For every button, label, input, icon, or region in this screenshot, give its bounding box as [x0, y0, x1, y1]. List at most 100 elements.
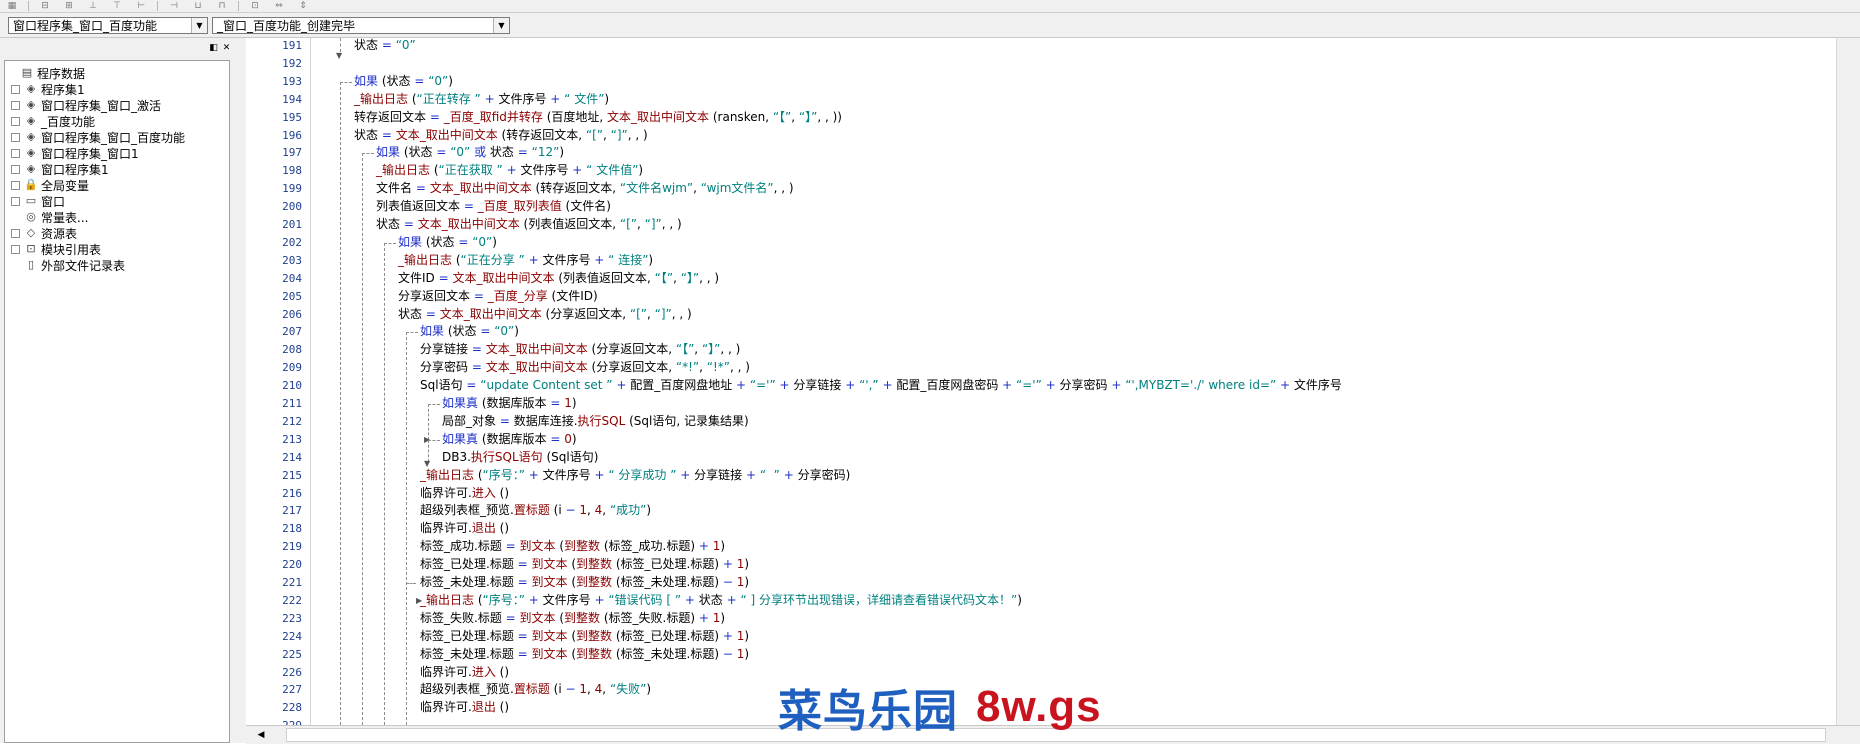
expand-icon[interactable]	[11, 100, 20, 110]
code-token: −	[722, 646, 737, 661]
code-line[interactable]: 202 如果 (状态 = “0”)	[246, 234, 1836, 251]
code-token: +	[590, 467, 609, 482]
tree-item[interactable]: ◈ 窗口程序集_窗口_百度功能	[11, 129, 185, 145]
tree-item[interactable]: ◈ 窗口程序集1	[11, 161, 109, 177]
tree-item[interactable]: ◇ 资源表	[11, 225, 77, 241]
code-line[interactable]: 195 转存返回文本 = _百度_取fid并转存 (百度地址, 文本_取出中间文本…	[246, 109, 1836, 126]
expand-icon[interactable]	[11, 132, 20, 142]
code-line[interactable]: 213 如果真 (数据库版本 = 0)	[246, 431, 1836, 448]
code-line[interactable]: 199 文件名 = 文本_取出中间文本 (转存返回文本, “文件名wjm”, “w…	[246, 180, 1836, 197]
code-token: 文本_取出中间文本	[452, 270, 555, 285]
code-token: (	[555, 610, 565, 625]
same-size-icon[interactable]: ⊓	[213, 1, 231, 12]
code-text: Sql语句 = “update Content set ” + 配置_百度网盘地…	[420, 377, 1342, 394]
code-line[interactable]: 222 _输出日志 (“序号：” + 文件序号 + “错误代码 [ ” + 状态 …	[246, 592, 1836, 609]
tree-item[interactable]: ▤ 程序数据	[7, 65, 85, 81]
code-text: 标签_未处理.标题 = 到文本 (到整数 (标签_未处理.标题) − 1)	[420, 646, 749, 663]
code-line[interactable]: 205 分享返回文本 = _百度_分享 (文件ID)	[246, 288, 1836, 305]
code-line[interactable]: 218 临界许可.退出 ()	[246, 520, 1836, 537]
code-line[interactable]: 209 分享密码 = 文本_取出中间文本 (分享返回文本, “*!”, “!*”,…	[246, 359, 1836, 376]
tree-item[interactable]: 🔒 全局变量	[11, 177, 89, 193]
code-line[interactable]: 223 标签_失败.标题 = 到文本 (到整数 (标签_失败.标题) + 1)	[246, 610, 1836, 627]
same-height-icon[interactable]: ⊔	[189, 1, 207, 12]
code-line[interactable]: 204 文件ID = 文本_取出中间文本 (列表值返回文本, “【”, “】”, …	[246, 270, 1836, 287]
code-text: 状态 = “0”	[354, 38, 416, 54]
chevron-down-icon[interactable]: ▼	[493, 18, 509, 33]
tree-item-label: 窗口程序集1	[41, 162, 109, 177]
code-line[interactable]: 210 Sql语句 = “update Content set ” + 配置_百度…	[246, 377, 1836, 394]
h-space-icon[interactable]: ⊡	[246, 1, 264, 12]
expand-icon[interactable]	[11, 116, 20, 126]
code-line[interactable]: 200 列表值返回文本 = _百度_取列表值 (文件名)	[246, 198, 1836, 215]
code-line[interactable]: 220 标签_已处理.标题 = 到文本 (到整数 (标签_已处理.标题) + 1)	[246, 556, 1836, 573]
align-bottom-icon[interactable]: ⊢	[132, 1, 150, 12]
align-center-icon[interactable]: ⊞	[60, 1, 78, 12]
code-line[interactable]: 215 _输出日志 (“序号：” + 文件序号 + “ 分享成功 ” + 分享链接…	[246, 467, 1836, 484]
tree-item[interactable]: ◈ _百度功能	[11, 113, 95, 129]
expand-icon[interactable]	[11, 180, 20, 190]
code-token: _输出日志	[376, 163, 431, 178]
v-space-icon[interactable]: ⇔	[270, 1, 288, 12]
code-line[interactable]: 206 状态 = 文本_取出中间文本 (分享返回文本, “[”, “]”, , )	[246, 306, 1836, 323]
expand-icon[interactable]	[11, 164, 20, 174]
assembly-select[interactable]: 窗口程序集_窗口_百度功能 ▼	[8, 17, 208, 34]
code-line[interactable]: 198 _输出日志 (“正在获取 ” + 文件序号 + “ 文件值”)	[246, 162, 1836, 179]
same-width-icon[interactable]: ⊣	[165, 1, 183, 12]
code-line[interactable]: 203 _输出日志 (“正在分享 ” + 文件序号 + “ 连接”)	[246, 252, 1836, 269]
code-line[interactable]: 197 如果 (状态 = “0” 或 状态 = “12”)	[246, 144, 1836, 161]
close-icon[interactable]: ✕	[221, 43, 232, 53]
vertical-scrollbar[interactable]	[1836, 38, 1860, 725]
block-guide	[362, 153, 374, 155]
expand-icon[interactable]	[11, 84, 20, 94]
pin-icon[interactable]: ◧	[208, 43, 219, 53]
code-line[interactable]: 226 临界许可.进入 ()	[246, 664, 1836, 681]
code-line[interactable]: 225 标签_未处理.标题 = 到文本 (到整数 (标签_未处理.标题) − 1)	[246, 646, 1836, 663]
code-line[interactable]: 207 如果 (状态 = “0”)	[246, 323, 1836, 340]
code-token: =	[436, 145, 451, 160]
tree-item[interactable]: ▯ 外部文件记录表	[11, 257, 125, 273]
subroutine-select[interactable]: _窗口_百度功能_创建完毕 ▼	[212, 17, 510, 34]
expand-icon[interactable]	[11, 196, 20, 206]
layout-icon[interactable]: ▦	[3, 1, 21, 12]
code-token: =	[517, 145, 532, 160]
code-line[interactable]: 193 如果 (状态 = “0”)	[246, 73, 1836, 90]
code-token: (分享返回文本,	[587, 342, 676, 357]
tree-item[interactable]: ◈ 程序集1	[11, 81, 85, 97]
code-token: “]”	[654, 306, 672, 321]
tree-item[interactable]: ◈ 窗口程序集_窗口1	[11, 145, 139, 161]
chevron-down-icon[interactable]: ▼	[191, 18, 207, 33]
center-icon[interactable]: ⇕	[294, 1, 312, 12]
code-token: 0	[564, 431, 572, 446]
code-editor[interactable]: 191 状态 = “0” 192 193 如果 (状态 = “0”) 194 _输出日志 (…	[246, 38, 1836, 725]
navigation-bar: 窗口程序集_窗口_百度功能 ▼ _窗口_百度功能_创建完毕 ▼	[0, 13, 1860, 38]
tree-item[interactable]: ◈ 窗口程序集_窗口_激活	[11, 97, 161, 113]
tree-item[interactable]: ⊡ 模块引用表	[11, 241, 101, 257]
code-line[interactable]: 217 超级列表框_预览.置标题 (i − 1, 4, “成功”)	[246, 502, 1836, 519]
code-line[interactable]: 221 标签_未处理.标题 = 到文本 (到整数 (标签_未处理.标题) − 1)	[246, 574, 1836, 591]
tree-item[interactable]: ▭ 窗口	[11, 193, 65, 209]
scroll-left-icon[interactable]: ◀	[254, 728, 268, 742]
code-line[interactable]: 219 标签_成功.标题 = 到文本 (到整数 (标签_成功.标题) + 1)	[246, 538, 1836, 555]
code-line[interactable]: 216 临界许可.进入 ()	[246, 485, 1836, 502]
code-line[interactable]: 194 _输出日志 (“正在转存 ” + 文件序号 + “ 文件”)	[246, 91, 1836, 108]
code-line[interactable]: 201 状态 = 文本_取出中间文本 (列表值返回文本, “[”, “]”, , …	[246, 216, 1836, 233]
expand-icon[interactable]	[11, 228, 20, 238]
align-middle-icon[interactable]: ⊤	[108, 1, 126, 12]
expand-icon[interactable]	[11, 148, 20, 158]
tree-item[interactable]: ◎ 常量表...	[11, 209, 88, 225]
code-token: 如果	[376, 145, 401, 160]
tree-item-label: 外部文件记录表	[41, 258, 126, 273]
align-left-icon[interactable]: ⊟	[36, 1, 54, 12]
code-line[interactable]: 211 如果真 (数据库版本 = 1)	[246, 395, 1836, 412]
code-line[interactable]: 224 标签_已处理.标题 = 到文本 (到整数 (标签_已处理.标题) + 1)	[246, 628, 1836, 645]
align-top-icon[interactable]: ⊥	[84, 1, 102, 12]
code-line[interactable]: 196 状态 = 文本_取出中间文本 (转存返回文本, “[”, “]”, , )	[246, 127, 1836, 144]
code-line[interactable]: 191 状态 = “0”	[246, 38, 1836, 54]
code-line[interactable]: 208 分享链接 = 文本_取出中间文本 (分享返回文本, “【”, “】”, ,…	[246, 341, 1836, 358]
lock-icon: 🔒	[24, 178, 38, 191]
code-line[interactable]: 214 DB3.执行SQL语句 (Sql语句)	[246, 449, 1836, 466]
expand-icon[interactable]	[11, 244, 20, 254]
panel-splitter[interactable]	[236, 38, 246, 743]
code-line[interactable]: 192	[246, 55, 1836, 72]
code-line[interactable]: 212 局部_对象 = 数据库连接.执行SQL (Sql语句, 记录集结果)	[246, 413, 1836, 430]
